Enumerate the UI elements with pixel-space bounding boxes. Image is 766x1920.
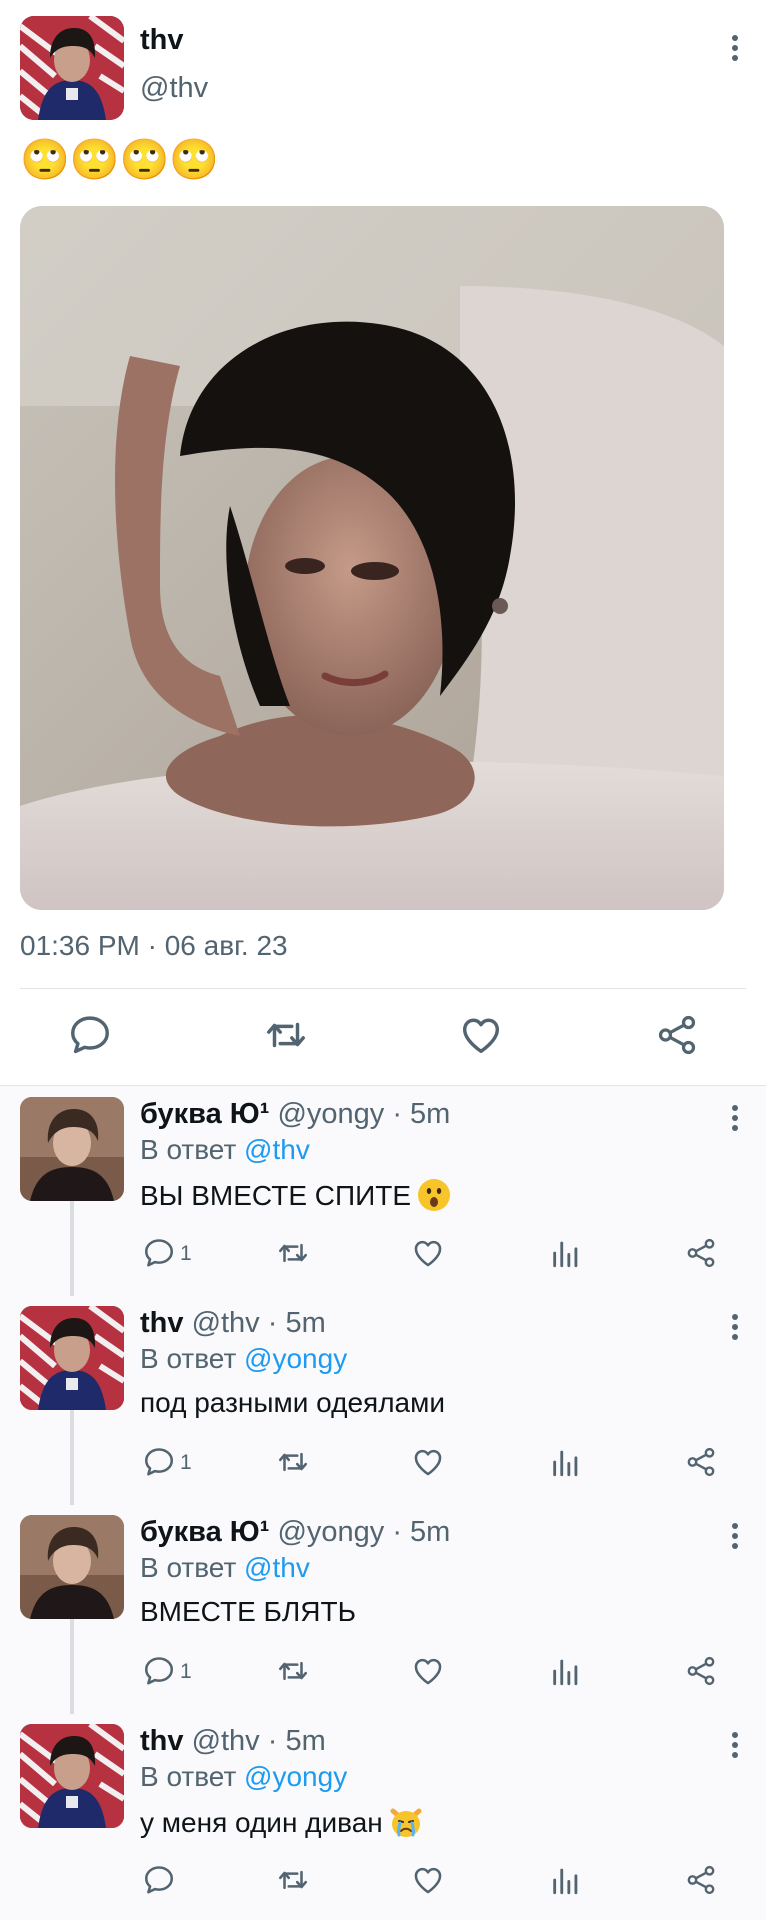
reply-time: · 5m <box>267 1725 326 1757</box>
reply-tweet[interactable]: thv @thv · 5m В ответ @yongy под разными… <box>0 1295 766 1504</box>
more-options-icon[interactable] <box>710 1727 740 1767</box>
author-handle[interactable]: @thv <box>192 1725 260 1757</box>
more-options-icon[interactable] <box>710 1100 740 1140</box>
stats-icon[interactable] <box>549 1445 583 1481</box>
reply-time: · 5m <box>392 1516 451 1548</box>
share-icon[interactable] <box>684 1863 718 1899</box>
more-options-icon[interactable] <box>710 30 740 70</box>
replying-to: В ответ @yongy <box>140 1761 347 1793</box>
reply-time: · 5m <box>267 1307 326 1339</box>
reply-header: буква Ю¹ @yongy · 5m <box>140 1516 450 1549</box>
avatar[interactable] <box>20 16 124 120</box>
tweet-photo[interactable] <box>20 206 724 910</box>
author-handle[interactable]: @thv <box>140 72 208 105</box>
author-handle[interactable]: @yongy <box>277 1098 384 1130</box>
reply-header: thv @thv · 5m <box>140 1725 326 1758</box>
reply-tweet[interactable]: буква Ю¹ @yongy · 5m В ответ @thv ВЫ ВМЕ… <box>0 1086 766 1295</box>
hushed-face-icon <box>417 1178 451 1212</box>
reply-time: · 5m <box>392 1098 451 1130</box>
reply-action-bar: 1 <box>0 1236 766 1276</box>
replying-to: В ответ @yongy <box>140 1343 347 1375</box>
author-name[interactable]: буква Ю¹ <box>140 1516 269 1548</box>
reply-text-content: под разными одеялами <box>140 1387 445 1418</box>
replies-list: буква Ю¹ @yongy · 5m В ответ @thv ВЫ ВМЕ… <box>0 1086 766 1920</box>
avatar-image <box>20 16 124 120</box>
reply-header: thv @thv · 5m <box>140 1307 326 1340</box>
share-icon[interactable] <box>654 1012 700 1058</box>
replying-to: В ответ @thv <box>140 1134 310 1166</box>
retweet-icon[interactable] <box>276 1654 310 1690</box>
reply-icon[interactable]: 1 <box>142 1236 192 1272</box>
like-icon[interactable] <box>411 1445 445 1481</box>
replying-to: В ответ @thv <box>140 1552 310 1584</box>
reply-text: у меня один диван <box>140 1805 423 1839</box>
reply-header: буква Ю¹ @yongy · 5m <box>140 1098 450 1131</box>
tweet-action-bar <box>0 1000 766 1072</box>
reply-tweet[interactable]: thv @thv · 5m В ответ @yongy у меня один… <box>0 1713 766 1920</box>
retweet-icon[interactable] <box>276 1863 310 1899</box>
reply-text-content: ВМЕСТЕ БЛЯТЬ <box>140 1596 356 1627</box>
mention-link[interactable]: @yongy <box>244 1343 347 1374</box>
stats-icon[interactable] <box>549 1863 583 1899</box>
retweet-icon[interactable] <box>276 1445 310 1481</box>
like-icon[interactable] <box>411 1654 445 1690</box>
photo-image <box>20 206 724 910</box>
mention-link[interactable]: @thv <box>244 1552 310 1583</box>
crying-cat-face-icon <box>389 1805 423 1839</box>
replying-to-label: В ответ <box>140 1134 237 1165</box>
avatar[interactable] <box>20 1515 124 1619</box>
replying-to-label: В ответ <box>140 1761 237 1792</box>
reply-icon[interactable] <box>67 1012 113 1058</box>
like-icon[interactable] <box>411 1236 445 1272</box>
avatar[interactable] <box>20 1724 124 1828</box>
stats-icon[interactable] <box>549 1654 583 1690</box>
author-name[interactable]: thv <box>140 24 184 57</box>
main-tweet: thv @thv 🙄🙄🙄🙄 01:36 PM · 06 авг. 23 <box>0 0 766 1086</box>
author-handle[interactable]: @yongy <box>277 1516 384 1548</box>
avatar[interactable] <box>20 1306 124 1410</box>
reply-icon[interactable] <box>142 1863 176 1899</box>
retweet-icon[interactable] <box>263 1012 309 1058</box>
reply-action-bar: 1 <box>0 1445 766 1485</box>
reply-count: 1 <box>180 1242 192 1265</box>
author-name[interactable]: thv <box>140 1725 184 1757</box>
reply-count: 1 <box>180 1660 192 1683</box>
retweet-icon[interactable] <box>276 1236 310 1272</box>
reply-icon[interactable]: 1 <box>142 1445 192 1481</box>
reply-text-content: ВЫ ВМЕСТЕ СПИТЕ <box>140 1180 412 1211</box>
tweet-timestamp[interactable]: 01:36 PM · 06 авг. 23 <box>20 930 288 962</box>
like-icon[interactable] <box>411 1863 445 1899</box>
reply-icon[interactable]: 1 <box>142 1654 192 1690</box>
more-options-icon[interactable] <box>710 1518 740 1558</box>
share-icon[interactable] <box>684 1236 718 1272</box>
author-name[interactable]: thv <box>140 1307 184 1339</box>
like-icon[interactable] <box>458 1012 504 1058</box>
divider <box>20 988 746 989</box>
avatar[interactable] <box>20 1097 124 1201</box>
reply-text: ВМЕСТЕ БЛЯТЬ <box>140 1596 356 1628</box>
more-options-icon[interactable] <box>710 1309 740 1349</box>
mention-link[interactable]: @thv <box>244 1134 310 1165</box>
replying-to-label: В ответ <box>140 1552 237 1583</box>
share-icon[interactable] <box>684 1654 718 1690</box>
reply-text: под разными одеялами <box>140 1387 445 1419</box>
tweet-text: 🙄🙄🙄🙄 <box>20 138 220 182</box>
reply-text-content: у меня один диван <box>140 1807 383 1838</box>
reply-action-bar <box>0 1863 766 1903</box>
reply-action-bar: 1 <box>0 1654 766 1694</box>
reply-count: 1 <box>180 1451 192 1474</box>
author-handle[interactable]: @thv <box>192 1307 260 1339</box>
stats-icon[interactable] <box>549 1236 583 1272</box>
reply-text: ВЫ ВМЕСТЕ СПИТЕ <box>140 1178 451 1212</box>
share-icon[interactable] <box>684 1445 718 1481</box>
mention-link[interactable]: @yongy <box>244 1761 347 1792</box>
author-name[interactable]: буква Ю¹ <box>140 1098 269 1130</box>
reply-tweet[interactable]: буква Ю¹ @yongy · 5m В ответ @thv ВМЕСТЕ… <box>0 1504 766 1713</box>
replying-to-label: В ответ <box>140 1343 237 1374</box>
